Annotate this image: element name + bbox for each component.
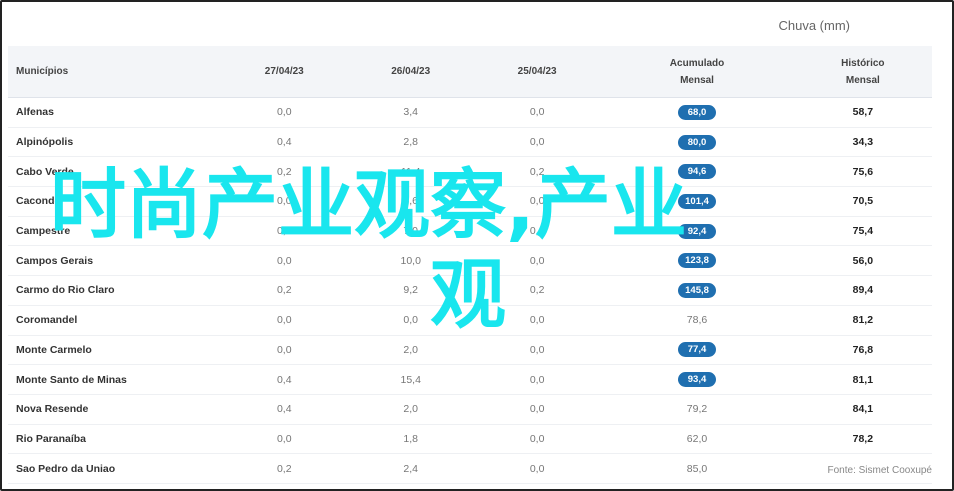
table-row: Rio Paranaíba 0,0 1,8 0,0 62,0 78,2 bbox=[8, 424, 932, 455]
municipio-cell: Alpinópolis bbox=[8, 127, 222, 158]
historico-cell: 78,2 bbox=[793, 424, 932, 455]
table-header-row: Municípios 27/04/23 26/04/23 25/04/23 Ac… bbox=[8, 46, 932, 98]
municipio-cell: Sao Pedro da Uniao bbox=[8, 453, 222, 484]
table-row: Nova Resende 0,4 2,0 0,0 79,2 84,1 bbox=[8, 394, 932, 425]
acumulado-badge: 80,0 bbox=[678, 134, 717, 150]
acumulado-cell: 68,0 bbox=[600, 97, 794, 128]
historico-cell: 81,1 bbox=[793, 364, 932, 395]
table-row: Sao Pedro da Uniao 0,2 2,4 0,0 85,0 bbox=[8, 453, 932, 484]
chart-title: Chuva (mm) bbox=[778, 18, 850, 33]
acumulado-badge: 77,4 bbox=[678, 342, 717, 358]
date-1-cell: 0,4 bbox=[221, 364, 348, 395]
date-1-cell: 0,4 bbox=[221, 127, 348, 158]
date-2-cell: 2,0 bbox=[347, 394, 474, 425]
date-3-cell: 0,0 bbox=[473, 453, 601, 484]
date-1-cell: 0,0 bbox=[221, 424, 348, 455]
historico-cell: 34,3 bbox=[793, 127, 932, 158]
header-date-3: 25/04/23 bbox=[473, 46, 601, 98]
overlay-line-2: 观 bbox=[430, 250, 506, 339]
header-date-2: 26/04/23 bbox=[347, 46, 474, 98]
date-3-cell: 0,0 bbox=[473, 127, 601, 158]
acumulado-cell: 62,0 bbox=[600, 424, 794, 455]
header-historico-line2: Mensal bbox=[845, 74, 880, 86]
acumulado-cell: 93,4 bbox=[600, 364, 794, 395]
header-acumulado-line1: Acumulado bbox=[669, 57, 725, 69]
acumulado-badge: 93,4 bbox=[678, 372, 717, 388]
date-3-cell: 0,0 bbox=[473, 394, 601, 425]
header-date-1: 27/04/23 bbox=[221, 46, 348, 98]
acumulado-cell: 79,2 bbox=[600, 394, 794, 425]
municipio-cell: Nova Resende bbox=[8, 394, 222, 425]
date-1-cell: 0,2 bbox=[221, 453, 348, 484]
header-historico-line1: Histórico bbox=[841, 57, 885, 69]
table-row: Alpinópolis 0,4 2,8 0,0 80,0 34,3 bbox=[8, 127, 932, 158]
acumulado-cell: 80,0 bbox=[600, 127, 794, 158]
date-3-cell: 0,0 bbox=[473, 97, 601, 128]
overlay-line-1: 时尚产业观察,产业 bbox=[50, 160, 687, 249]
municipio-cell: Monte Santo de Minas bbox=[8, 364, 222, 395]
acumulado-badge: 68,0 bbox=[678, 104, 717, 120]
date-2-cell: 15,4 bbox=[347, 364, 474, 395]
date-2-cell: 2,4 bbox=[347, 453, 474, 484]
header-acumulado-line2: Mensal bbox=[680, 74, 714, 86]
date-2-cell: 3,4 bbox=[347, 97, 474, 128]
date-3-cell: 0,0 bbox=[473, 424, 601, 455]
header-municipios: Municípios bbox=[8, 46, 222, 98]
header-historico: Histórico Mensal bbox=[793, 46, 932, 98]
source-note: Fonte: Sismet Cooxupé bbox=[827, 465, 933, 476]
date-3-cell: 0,0 bbox=[473, 364, 601, 395]
table-row: Monte Santo de Minas 0,4 15,4 0,0 93,4 81,1 bbox=[8, 364, 932, 395]
overlay-watermark-text: 时尚产业观察,产业 观 bbox=[50, 160, 870, 340]
acumulado-cell: 85,0 bbox=[600, 453, 794, 484]
date-1-cell: 0,0 bbox=[221, 97, 348, 128]
table-row: Alfenas 0,0 3,4 0,0 68,0 58,7 bbox=[8, 97, 932, 128]
municipio-cell: Alfenas bbox=[8, 97, 222, 128]
date-2-cell: 1,8 bbox=[347, 424, 474, 455]
header-acumulado: Acumulado Mensal bbox=[600, 46, 794, 98]
historico-cell: 84,1 bbox=[793, 394, 932, 425]
historico-cell: 58,7 bbox=[793, 97, 932, 128]
date-2-cell: 2,8 bbox=[347, 127, 474, 158]
municipio-cell: Rio Paranaíba bbox=[8, 424, 222, 455]
date-1-cell: 0,4 bbox=[221, 394, 348, 425]
